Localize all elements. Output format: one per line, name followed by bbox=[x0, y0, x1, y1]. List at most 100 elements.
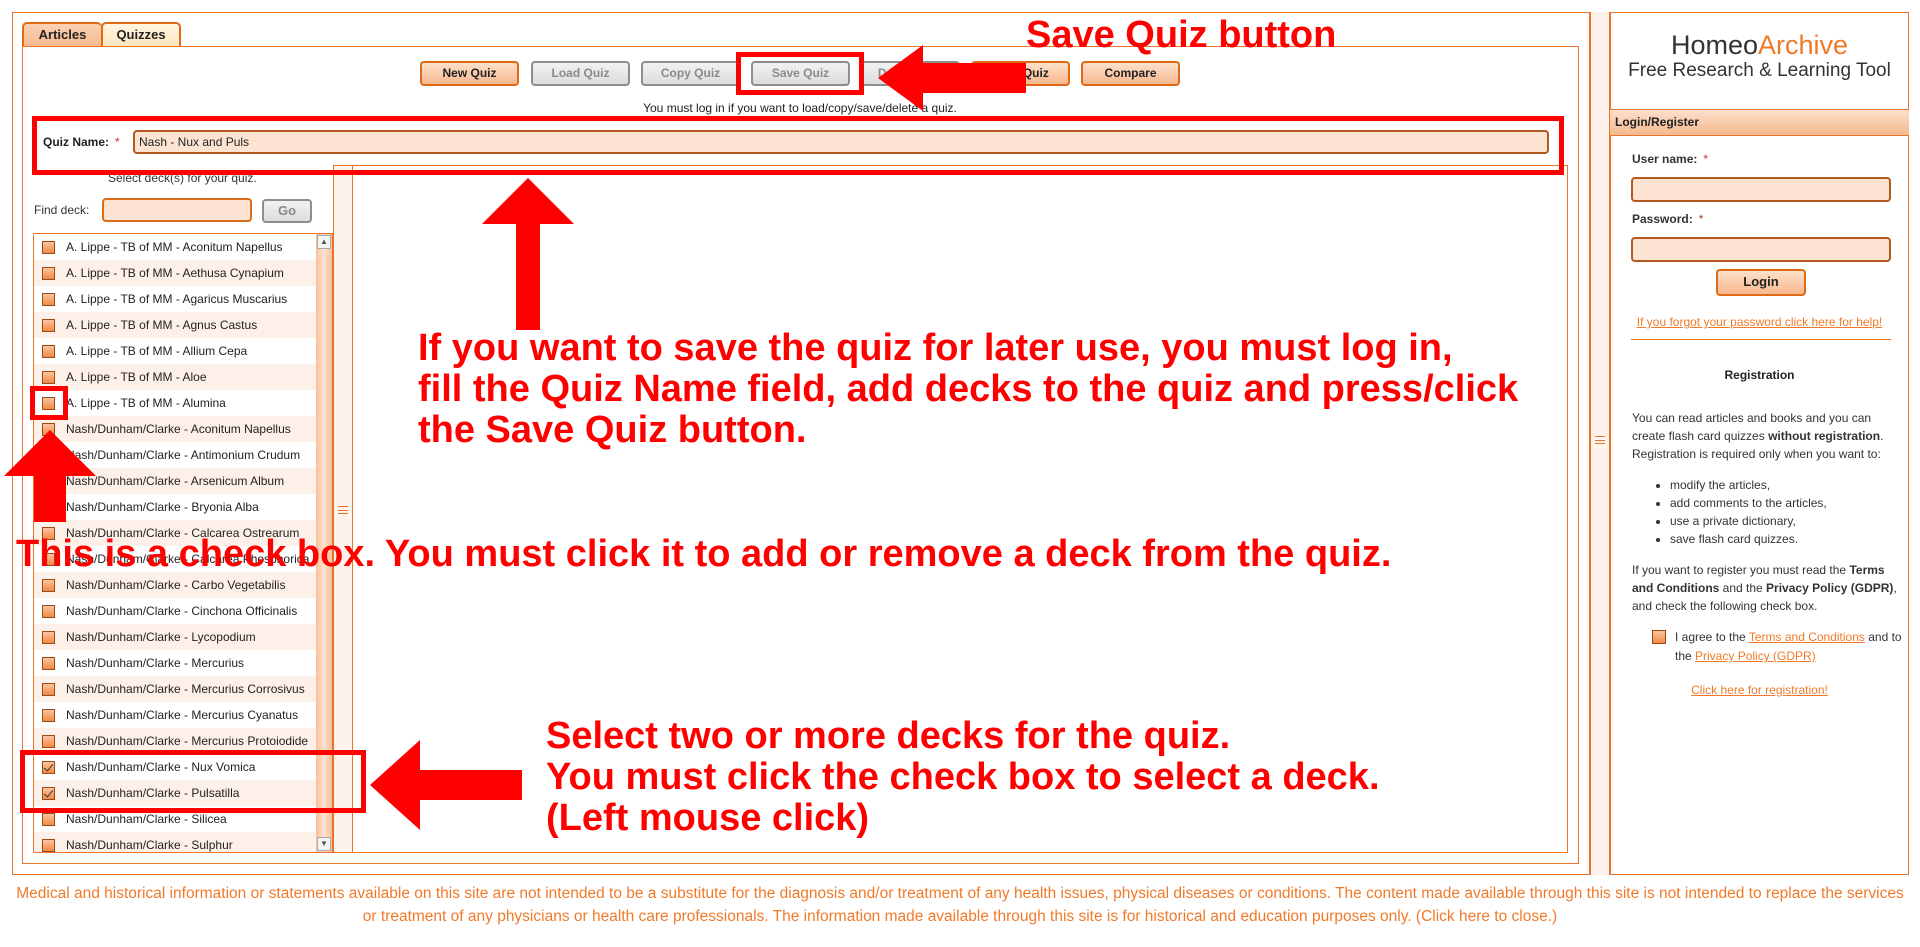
annotation-select-instructions: Select two or more decks for the quiz. Y… bbox=[546, 716, 1380, 839]
arrow-left-icon bbox=[370, 740, 522, 830]
reg-text-bold: without registration bbox=[1768, 429, 1881, 443]
annotation-highlight-save bbox=[736, 52, 864, 95]
annotation-highlight-quiz-name bbox=[32, 116, 1564, 175]
annotation-highlight-selected-decks bbox=[20, 750, 366, 813]
tab-quizzes[interactable]: Quizzes bbox=[101, 22, 181, 47]
required-mark: * bbox=[1703, 152, 1709, 166]
deck-list-item[interactable]: A. Lippe - TB of MM - Allium Cepa bbox=[34, 338, 317, 364]
privacy-bold: Privacy Policy (GDPR) bbox=[1766, 581, 1894, 595]
scroll-down-icon[interactable]: ▼ bbox=[317, 837, 331, 851]
login-register-header: Login/Register bbox=[1610, 109, 1909, 136]
deck-label: Nash/Dunham/Clarke - Antimonium Crudum bbox=[66, 448, 301, 462]
annotation-line: the Save Quiz button. bbox=[418, 409, 807, 451]
arrow-left-icon bbox=[878, 45, 1026, 111]
go-button[interactable]: Go bbox=[262, 199, 312, 223]
terms-text: and the bbox=[1719, 581, 1767, 595]
annotation-save-instructions: If you want to save the quiz for later u… bbox=[418, 328, 1518, 451]
grip-icon bbox=[1595, 436, 1605, 444]
registration-link[interactable]: Click here for registration! bbox=[1691, 683, 1828, 697]
registration-title: Registration bbox=[1724, 368, 1795, 382]
annotation-save-button: Save Quiz button bbox=[1026, 14, 1337, 56]
deck-list-item[interactable]: Nash/Dunham/Clarke - Mercurius Cyanatus bbox=[34, 702, 317, 728]
sidebar-splitter[interactable] bbox=[1589, 12, 1611, 875]
deck-list-item[interactable]: Nash/Dunham/Clarke - Cinchona Officinali… bbox=[34, 598, 317, 624]
password-label: Password: * bbox=[1632, 212, 1703, 226]
deck-checkbox[interactable] bbox=[42, 345, 55, 358]
list-item: save flash card quizzes. bbox=[1670, 530, 1827, 548]
username-label: User name: * bbox=[1632, 152, 1708, 166]
arrow-up-icon bbox=[482, 178, 574, 330]
annotation-highlight-checkbox bbox=[30, 386, 68, 420]
password-label-text: Password: bbox=[1632, 212, 1693, 226]
deck-list-item[interactable]: A. Lippe - TB of MM - Aconitum Napellus bbox=[34, 234, 317, 260]
username-label-text: User name: bbox=[1632, 152, 1698, 166]
deck-checkbox[interactable] bbox=[42, 657, 55, 670]
deck-checkbox[interactable] bbox=[42, 709, 55, 722]
deck-list-item[interactable]: Nash/Dunham/Clarke - Lycopodium bbox=[34, 624, 317, 650]
tab-articles[interactable]: Articles bbox=[22, 22, 102, 47]
deck-label: Nash/Dunham/Clarke - Mercurius Cyanatus bbox=[66, 708, 299, 722]
terms-text: If you want to register you must read th… bbox=[1632, 563, 1850, 577]
username-input[interactable] bbox=[1631, 177, 1891, 202]
registration-info: You can read articles and books and you … bbox=[1632, 409, 1897, 463]
load-quiz-button[interactable]: Load Quiz bbox=[531, 61, 630, 86]
agree-terms-checkbox[interactable] bbox=[1652, 630, 1666, 644]
deck-checkbox[interactable] bbox=[42, 631, 55, 644]
deck-label: A. Lippe - TB of MM - Agaricus Muscarius bbox=[66, 292, 288, 306]
login-required-note: You must log in if you want to load/copy… bbox=[643, 101, 957, 115]
deck-list-item[interactable]: A. Lippe - TB of MM - Agaricus Muscarius bbox=[34, 286, 317, 312]
required-mark: * bbox=[1698, 212, 1704, 226]
privacy-policy-link[interactable]: Privacy Policy (GDPR) bbox=[1695, 649, 1816, 663]
annotation-line: You must click the check box to select a… bbox=[546, 756, 1380, 798]
terms-link[interactable]: Terms and Conditions bbox=[1749, 630, 1865, 644]
registration-benefits-list: modify the articles, add comments to the… bbox=[1670, 476, 1827, 548]
deck-label: Nash/Dunham/Clarke - Mercurius Corrosivu… bbox=[66, 682, 305, 696]
deck-list-item[interactable]: A. Lippe - TB of MM - Aloe bbox=[34, 364, 317, 390]
copy-quiz-button[interactable]: Copy Quiz bbox=[641, 61, 740, 86]
deck-label: A. Lippe - TB of MM - Aethusa Cynapium bbox=[66, 266, 284, 280]
deck-label: Nash/Dunham/Clarke - Lycopodium bbox=[66, 630, 256, 644]
deck-checkbox[interactable] bbox=[42, 683, 55, 696]
compare-button[interactable]: Compare bbox=[1081, 61, 1180, 86]
deck-label: Nash/Dunham/Clarke - Cinchona Officinali… bbox=[66, 604, 298, 618]
deck-checkbox[interactable] bbox=[42, 267, 55, 280]
deck-list-item[interactable]: Nash/Dunham/Clarke - Mercurius bbox=[34, 650, 317, 676]
deck-checkbox[interactable] bbox=[42, 839, 55, 852]
find-deck-input[interactable] bbox=[102, 198, 252, 222]
deck-list-item[interactable]: A. Lippe - TB of MM - Agnus Castus bbox=[34, 312, 317, 338]
deck-checkbox[interactable] bbox=[42, 813, 55, 826]
deck-checkbox[interactable] bbox=[42, 605, 55, 618]
deck-label: Nash/Dunham/Clarke - Sulphur bbox=[66, 838, 233, 852]
scroll-up-icon[interactable]: ▲ bbox=[317, 235, 331, 249]
sidebar: HomeoArchive Free Research & Learning To… bbox=[1610, 12, 1909, 875]
deck-checkbox[interactable] bbox=[42, 735, 55, 748]
medical-disclaimer[interactable]: Medical and historical information or st… bbox=[10, 882, 1910, 928]
annotation-line: Select two or more decks for the quiz. bbox=[546, 715, 1231, 757]
deck-list-item[interactable]: Nash/Dunham/Clarke - Sulphur bbox=[34, 832, 317, 852]
terms-info: If you want to register you must read th… bbox=[1632, 561, 1897, 615]
list-item: use a private dictionary, bbox=[1670, 512, 1827, 530]
annotation-line: If you want to save the quiz for later u… bbox=[418, 327, 1453, 369]
password-input[interactable] bbox=[1631, 237, 1891, 262]
deck-label: A. Lippe - TB of MM - Aloe bbox=[66, 370, 207, 384]
annotation-line: fill the Quiz Name field, add decks to t… bbox=[418, 368, 1519, 410]
login-button[interactable]: Login bbox=[1716, 269, 1806, 296]
forgot-password-link[interactable]: If you forgot your password click here f… bbox=[1637, 315, 1882, 329]
deck-label: A. Lippe - TB of MM - Aconitum Napellus bbox=[66, 240, 283, 254]
grip-icon bbox=[338, 506, 348, 514]
deck-checkbox[interactable] bbox=[42, 293, 55, 306]
divider bbox=[1631, 339, 1891, 340]
brand-tagline: Free Research & Learning Tool bbox=[1628, 60, 1891, 81]
brand-name-part1: Homeo bbox=[1670, 30, 1758, 60]
new-quiz-button[interactable]: New Quiz bbox=[420, 61, 519, 86]
deck-label: A. Lippe - TB of MM - Alumina bbox=[66, 396, 226, 410]
deck-label: Nash/Dunham/Clarke - Mercurius bbox=[66, 656, 245, 670]
deck-list-item[interactable]: A. Lippe - TB of MM - Aethusa Cynapium bbox=[34, 260, 317, 286]
deck-checkbox[interactable] bbox=[42, 579, 55, 592]
deck-list-item[interactable]: A. Lippe - TB of MM - Alumina bbox=[34, 390, 317, 416]
brand-name-part2: Archive bbox=[1758, 30, 1849, 60]
deck-checkbox[interactable] bbox=[42, 371, 55, 384]
deck-list-item[interactable]: Nash/Dunham/Clarke - Mercurius Corrosivu… bbox=[34, 676, 317, 702]
deck-checkbox[interactable] bbox=[42, 319, 55, 332]
deck-checkbox[interactable] bbox=[42, 241, 55, 254]
